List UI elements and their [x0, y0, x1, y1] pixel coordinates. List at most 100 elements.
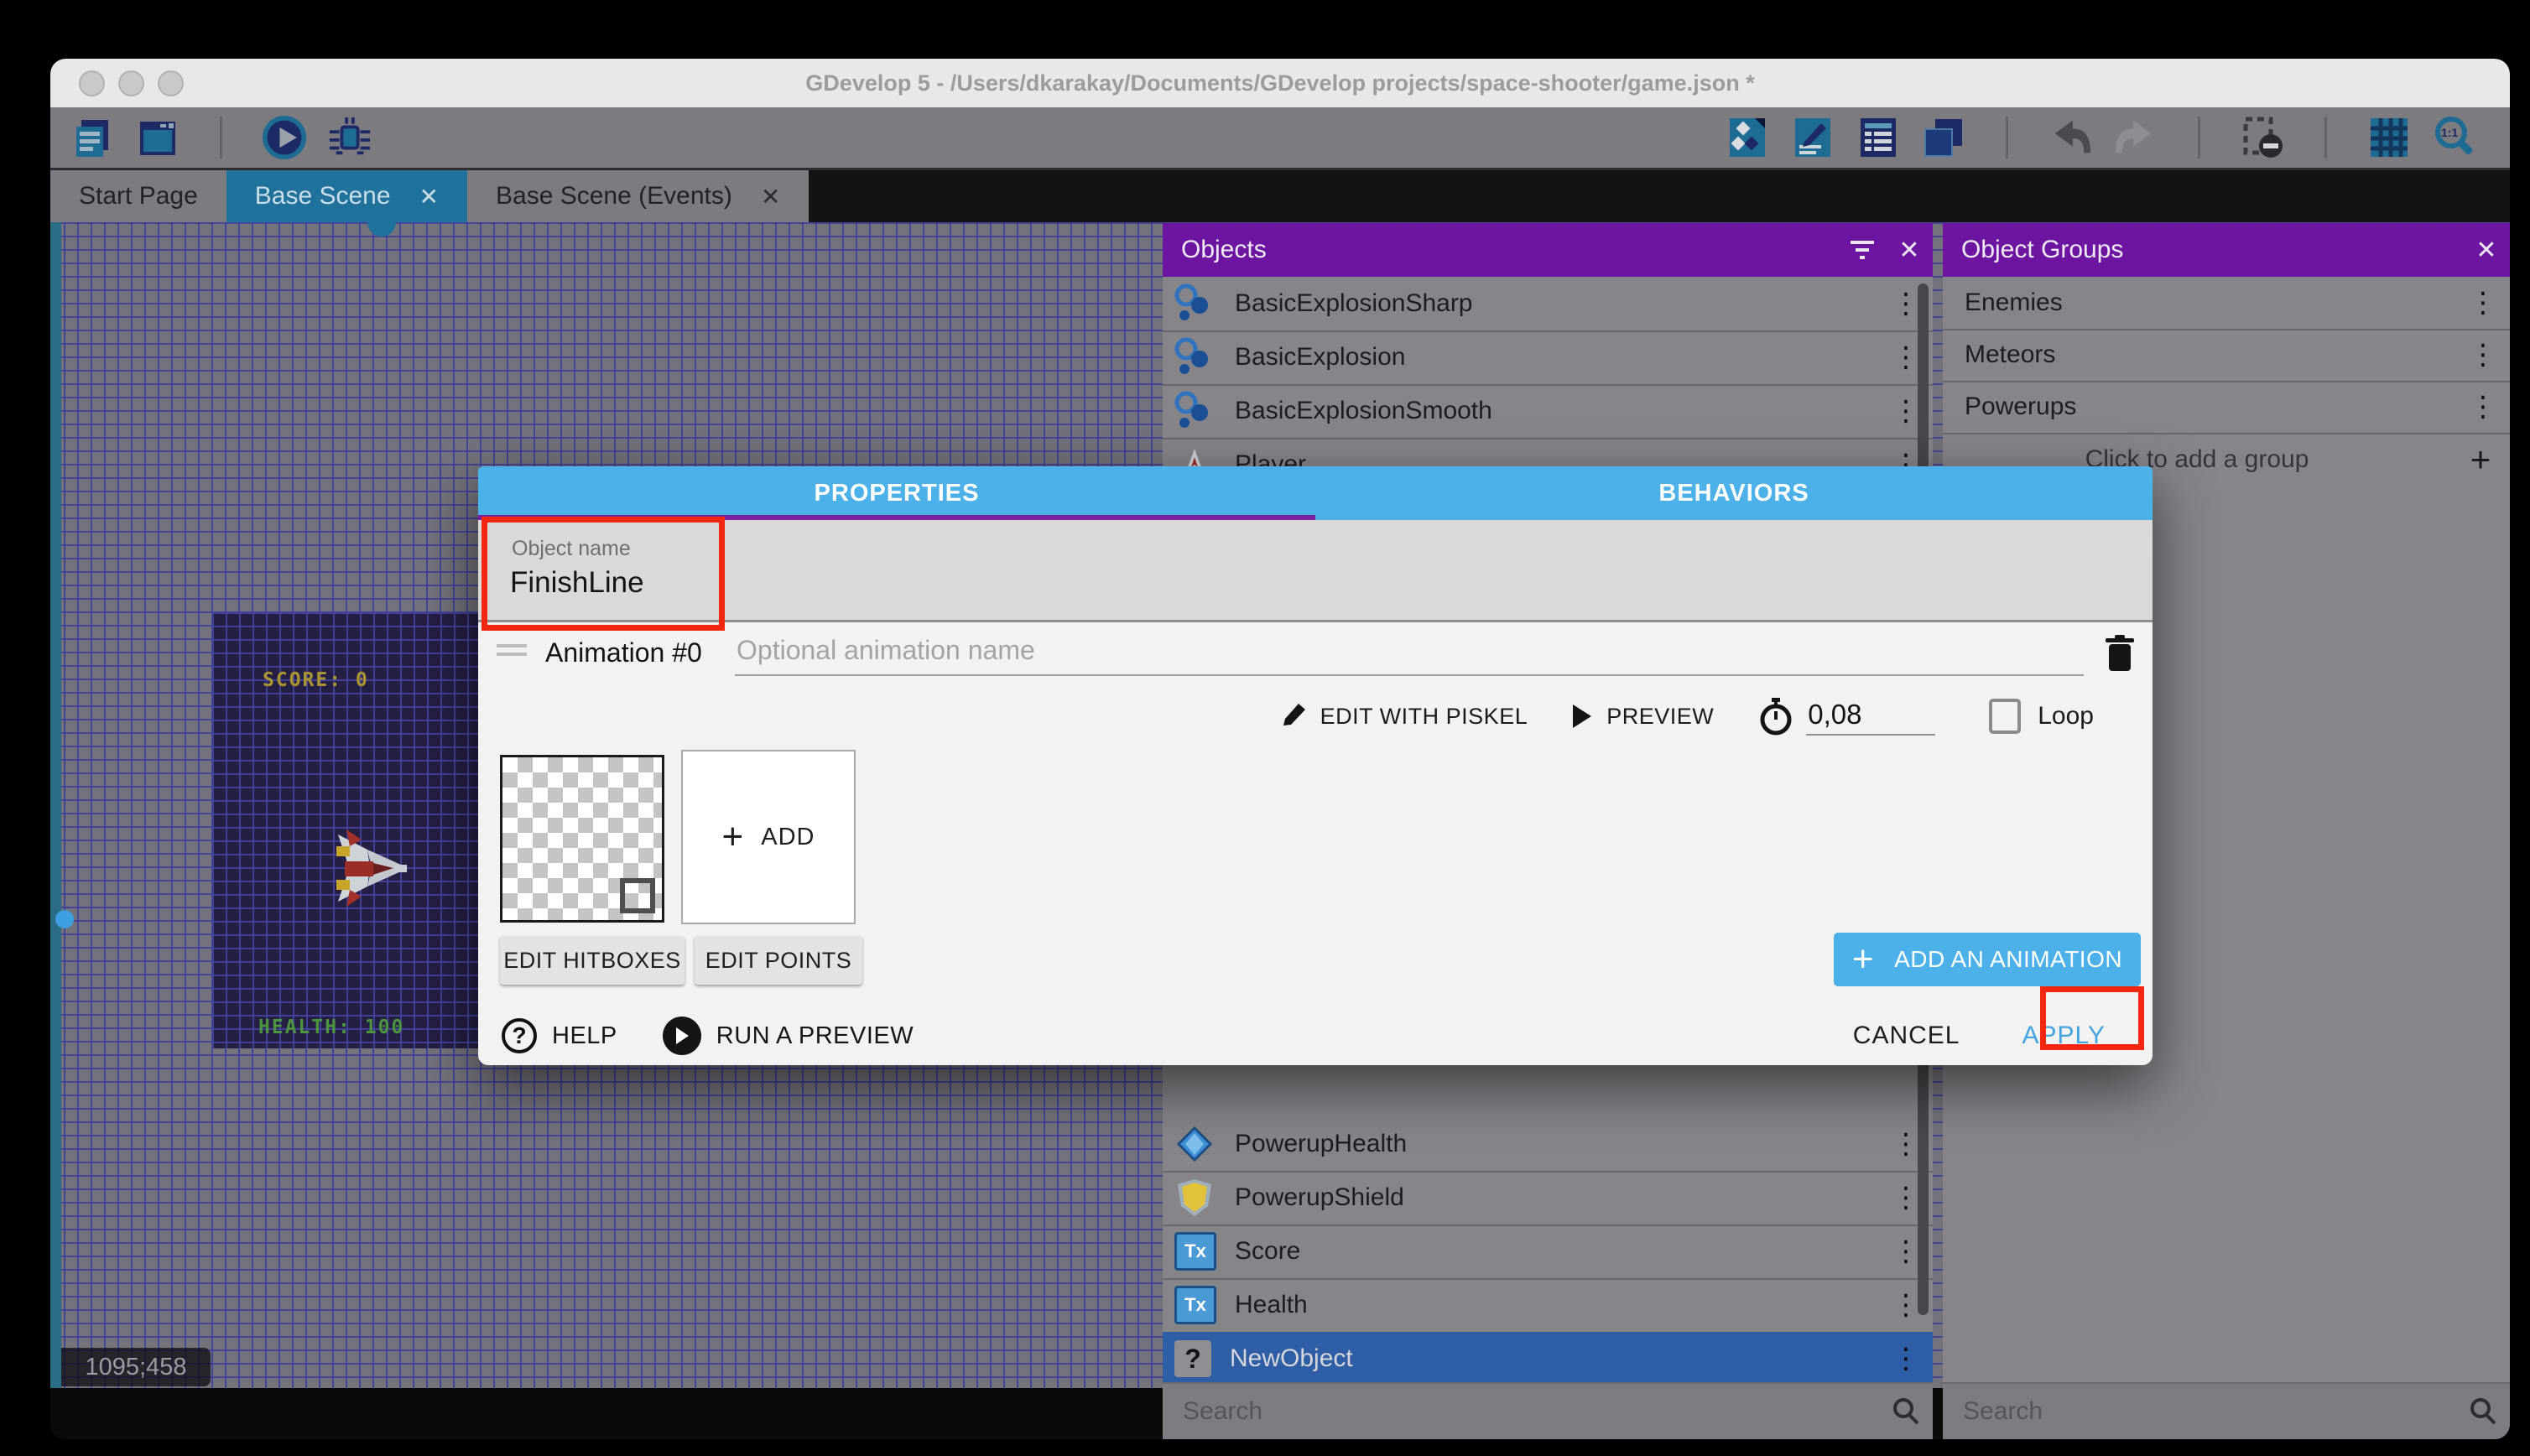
active-tab-indicator [367, 222, 396, 237]
loop-checkbox[interactable] [1989, 699, 2021, 734]
tab-label: Start Page [79, 182, 198, 211]
object-row-selected[interactable]: ? NewObject ⋮ [1163, 1332, 1933, 1387]
help-icon: ? [502, 1018, 537, 1053]
object-name-field[interactable]: Object name [478, 520, 2153, 622]
tab-behaviors[interactable]: BEHAVIORS [1315, 466, 2153, 520]
tab-base-scene-events[interactable]: Base Scene (Events) ✕ [467, 170, 809, 222]
tx-glyph: Tx [1184, 1235, 1206, 1268]
zoom-1-1-icon[interactable]: 1:1 [2433, 116, 2476, 159]
group-row[interactable]: Meteors ⋮ [1943, 329, 2510, 382]
scene-health-text: HEALTH: 100 [258, 1017, 404, 1038]
explosion-particles-icon [1173, 389, 1216, 433]
animation-name-input[interactable] [735, 634, 2084, 676]
search-icon [2456, 1397, 2510, 1426]
window-mask-icon[interactable] [2241, 116, 2284, 159]
groups-search-row [1943, 1382, 2510, 1439]
object-label: Score [1235, 1237, 1879, 1266]
yellow-shield-icon [1173, 1176, 1216, 1219]
filter-icon[interactable] [1839, 239, 1886, 261]
play-preview-icon[interactable] [263, 116, 306, 159]
tab-properties[interactable]: PROPERTIES [478, 466, 1315, 520]
dialog-footer: ? HELP RUN A PREVIEW CANCEL APPLY [478, 1006, 2153, 1065]
question-mark-icon: ? [1174, 1340, 1211, 1377]
project-manager-icon[interactable] [70, 116, 114, 159]
edit-with-piskel-button[interactable]: EDIT WITH PISKEL [1278, 702, 1528, 731]
explosion-particles-icon [1173, 335, 1216, 379]
delete-animation-icon[interactable] [2099, 631, 2141, 676]
toolbar-separator [2006, 117, 2008, 159]
object-groups-title: Object Groups [1961, 236, 2463, 264]
edit-with-piskel-label: EDIT WITH PISKEL [1320, 704, 1528, 730]
scene-window-icon[interactable] [136, 116, 180, 159]
zoom-level-glyph: 1:1 [2441, 126, 2458, 139]
canvas-handle-dot[interactable] [55, 910, 74, 928]
objects-list-icon[interactable] [1726, 116, 1769, 159]
main-toolbar: 1:1 [50, 107, 2510, 170]
objects-panel-header: Objects ✕ [1163, 223, 1933, 277]
group-row[interactable]: Powerups ⋮ [1943, 381, 2510, 434]
add-frame-button[interactable]: + ADD [681, 750, 856, 924]
dialog-tab-bar: PROPERTIES BEHAVIORS [478, 466, 2153, 520]
object-row[interactable]: Tx Score ⋮ [1163, 1225, 1933, 1280]
drag-handle-icon[interactable] [497, 644, 527, 661]
toolbar-separator [2324, 117, 2327, 159]
frame-time-group [1757, 696, 1935, 736]
object-label: BasicExplosionSmooth [1235, 397, 1879, 425]
group-menu-icon[interactable]: ⋮ [2456, 286, 2510, 320]
group-row[interactable]: Enemies ⋮ [1943, 277, 2510, 330]
undo-icon[interactable] [2048, 116, 2092, 159]
add-animation-label: ADD AN ANIMATION [1894, 946, 2122, 973]
window-title: GDevelop 5 - /Users/dkarakay/Documents/G… [50, 70, 2510, 96]
object-menu-icon[interactable]: ⋮ [1879, 1342, 1933, 1375]
play-icon [1571, 703, 1593, 730]
object-row[interactable]: Tx Health ⋮ [1163, 1278, 1933, 1334]
object-row[interactable]: BasicExplosionSharp ⋮ [1163, 277, 1933, 332]
tx-glyph: Tx [1184, 1288, 1206, 1322]
plus-icon: + [2451, 439, 2510, 480]
group-menu-icon[interactable]: ⋮ [2456, 390, 2510, 424]
tab-start-page[interactable]: Start Page [50, 170, 226, 222]
add-frame-label: ADD [761, 824, 815, 851]
help-button[interactable]: ? HELP [502, 1018, 617, 1053]
text-object-icon: Tx [1174, 1286, 1216, 1324]
groups-search-input[interactable] [1961, 1396, 2456, 1427]
group-label: Powerups [1965, 393, 2456, 421]
layers-icon[interactable] [1922, 116, 1965, 159]
grid-icon[interactable] [2367, 116, 2411, 159]
object-row[interactable]: PowerupHealth ⋮ [1163, 1117, 1933, 1173]
cancel-label: CANCEL [1853, 1022, 1960, 1049]
help-label: HELP [552, 1022, 617, 1050]
group-menu-icon[interactable]: ⋮ [2456, 338, 2510, 372]
object-editor-dialog: PROPERTIES BEHAVIORS Object name Animati… [478, 466, 2153, 1065]
run-preview-button[interactable]: RUN A PREVIEW [663, 1017, 914, 1055]
object-row[interactable]: BasicExplosionSmooth ⋮ [1163, 384, 1933, 439]
frame-time-input[interactable] [1806, 698, 1935, 736]
group-label: Meteors [1965, 341, 2456, 369]
close-panel-icon[interactable]: ✕ [1886, 236, 1933, 265]
close-panel-icon[interactable]: ✕ [2463, 236, 2510, 265]
preview-label: PREVIEW [1606, 704, 1714, 730]
toolbar-separator [220, 117, 222, 159]
debug-icon[interactable] [328, 116, 372, 159]
object-row[interactable]: PowerupShield ⋮ [1163, 1171, 1933, 1226]
frame-thumbnail[interactable] [500, 755, 664, 923]
preview-button[interactable]: PREVIEW [1571, 703, 1714, 730]
edit-hitboxes-button[interactable]: EDIT HITBOXES [500, 936, 685, 985]
title-bar: GDevelop 5 - /Users/dkarakay/Documents/G… [50, 59, 2510, 107]
add-animation-button[interactable]: + ADD AN ANIMATION [1834, 933, 2141, 986]
player-ship-sprite[interactable] [321, 826, 414, 910]
edit-points-button[interactable]: EDIT POINTS [695, 936, 862, 985]
object-row[interactable]: BasicExplosion ⋮ [1163, 330, 1933, 386]
close-tab-icon[interactable]: ✕ [761, 183, 780, 211]
group-label: Enemies [1965, 289, 2456, 317]
close-tab-icon[interactable]: ✕ [419, 183, 439, 211]
cancel-button[interactable]: CANCEL [1853, 1022, 1960, 1050]
animation-tools-row: EDIT WITH PISKEL PREVIEW Loop [478, 694, 2153, 738]
tab-base-scene[interactable]: Base Scene ✕ [226, 170, 467, 222]
redo-icon[interactable] [2114, 116, 2158, 159]
properties-list-icon[interactable] [1856, 116, 1900, 159]
plus-icon: + [722, 816, 745, 858]
edit-scene-icon[interactable] [1791, 116, 1835, 159]
object-label: PowerupHealth [1235, 1130, 1879, 1158]
objects-search-input[interactable] [1181, 1396, 1879, 1427]
